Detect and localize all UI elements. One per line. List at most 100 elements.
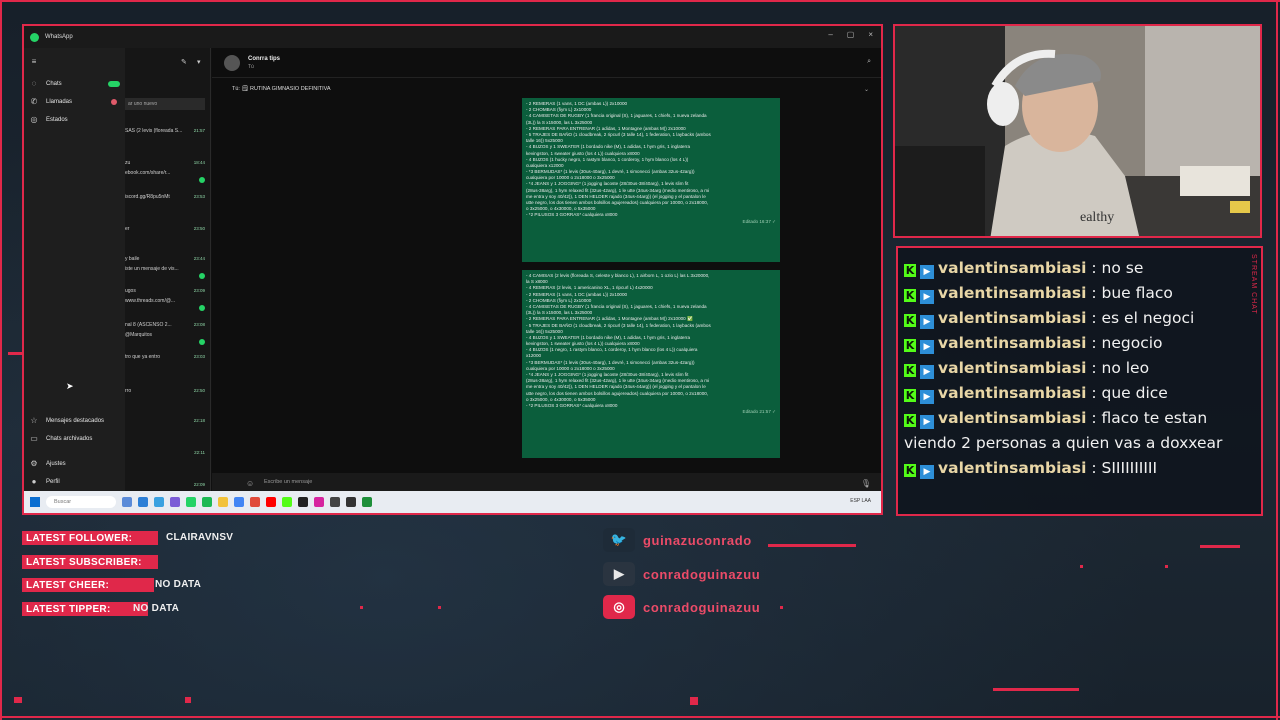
sidebar-item-calls[interactable]: ✆ Llamadas	[30, 98, 120, 106]
minimize-button[interactable]: –	[828, 30, 832, 39]
frame-bottom-line	[0, 716, 1280, 718]
star-icon: ☆	[30, 416, 38, 425]
new-chat-icon[interactable]: ✎	[181, 58, 187, 66]
taskbar-app-icon[interactable]	[170, 497, 180, 507]
whatsapp-taskbar-icon[interactable]	[186, 497, 196, 507]
taskbar-app-icon[interactable]	[330, 497, 340, 507]
taskbar-app-icon[interactable]	[362, 497, 372, 507]
latest-cheer-value: NO DATA	[155, 579, 202, 590]
chat-badge-icon: ▶	[920, 290, 934, 304]
latest-tipper-value: NO DATA	[133, 603, 180, 614]
chat-username[interactable]: valentinsambiasi	[938, 334, 1086, 352]
kick-icon[interactable]	[282, 497, 292, 507]
chat-snippet: er	[125, 226, 130, 232]
chat-username[interactable]: valentinsambiasi	[938, 359, 1086, 377]
youtube-taskbar-icon[interactable]	[266, 497, 276, 507]
chat-message: K ▶ valentinsambiasi : bue flaco	[904, 281, 1255, 306]
sidebar-item-settings[interactable]: ⚙ Ajustes	[30, 460, 120, 468]
frame-left-line	[0, 0, 2, 720]
taskbar-app-icon[interactable]	[154, 497, 164, 507]
list-item[interactable]: iste un mensaje de vis...	[125, 266, 209, 280]
emoji-icon[interactable]: ☺	[246, 479, 254, 488]
avatar[interactable]	[224, 55, 240, 71]
tiktok-icon[interactable]	[298, 497, 308, 507]
chat-messages: K ▶ valentinsambiasi : no se K ▶ valentinsamb…	[904, 256, 1255, 481]
chrome-icon[interactable]	[234, 497, 244, 507]
chat-snippet: zu	[125, 160, 131, 166]
sidebar-item-profile[interactable]: ● Perfil	[30, 478, 120, 486]
chat-time: 23:44	[193, 256, 205, 261]
chat-username[interactable]: valentinsambiasi	[938, 459, 1086, 477]
chat-text: : no se	[1086, 259, 1144, 277]
chat-username[interactable]: valentinsambiasi	[938, 409, 1086, 427]
sidebar-item-chats[interactable]: ◌ Chats	[30, 80, 120, 88]
svg-text:ealthy: ealthy	[1080, 210, 1114, 225]
message-input[interactable]: Escribe un mensaje	[212, 473, 881, 493]
chat-username[interactable]: valentinsambiasi	[938, 384, 1086, 402]
deco-dash	[768, 544, 856, 547]
taskbar-app-icon[interactable]	[250, 497, 260, 507]
unread-badge	[108, 81, 120, 87]
chat-username[interactable]: valentinsambiasi	[938, 309, 1086, 327]
obs-icon[interactable]	[346, 497, 356, 507]
filter-icon[interactable]: ▾	[197, 58, 201, 66]
search-icon[interactable]: ⌕	[867, 58, 871, 66]
list-item[interactable]: @Marquitos	[125, 332, 209, 346]
stat-label: LATEST CHEER:	[22, 578, 154, 592]
close-button[interactable]: ×	[868, 30, 873, 39]
list-item[interactable]: SAS (2 levis (floreada S... 21:57	[125, 128, 209, 142]
unread-dot	[199, 339, 205, 345]
chat-message: K ▶ valentinsambiasi : no se	[904, 256, 1255, 281]
deco-dot	[1080, 565, 1083, 568]
chat-username[interactable]: valentinsambiasi	[938, 284, 1086, 302]
message-bubble[interactable]: - 2 REMERAS (1 vans, 1 DC (ambas L)) 2x1…	[522, 98, 780, 262]
maximize-button[interactable]: ▢	[847, 30, 855, 39]
message-bubble[interactable]: - 4 CAMISAS (2 levis (floreada S, celest…	[522, 270, 780, 458]
stat-label: LATEST FOLLOWER:	[22, 531, 158, 545]
list-item[interactable]: 22:11	[125, 450, 209, 464]
edge-icon[interactable]	[138, 497, 148, 507]
contact-name[interactable]: Conrra tips	[248, 56, 280, 62]
whatsapp-logo-icon	[30, 32, 39, 42]
chevron-down-icon[interactable]: ⌄	[864, 86, 869, 93]
sidebar-item-starred[interactable]: ☆ Mensajes destacados	[30, 417, 120, 425]
list-item[interactable]: www.threads.com/@...	[125, 298, 209, 312]
list-item[interactable]: 22:18	[125, 418, 209, 432]
social-handle: conradoguinazuu	[643, 599, 761, 615]
latest-cheer-row: LATEST CHEER:	[22, 577, 154, 593]
frame-right-line	[1276, 0, 1278, 720]
list-item[interactable]: rro 22:50	[125, 388, 209, 402]
instagram-taskbar-icon[interactable]	[314, 497, 324, 507]
windows-start-icon[interactable]	[30, 497, 40, 507]
kick-badge-icon: K	[904, 264, 916, 277]
spotify-icon[interactable]	[202, 497, 212, 507]
list-item[interactable]: tro que ya entro 23:03	[125, 354, 209, 368]
conversation-pane: Conrra tips Tú ⌕ Tú: 🗒 RUTINA GIMNASIO D…	[212, 48, 881, 493]
sidebar-item-archived[interactable]: ▭ Chats archivados	[30, 435, 120, 443]
chat-text: : que dice	[1086, 384, 1168, 402]
sidebar-item-label: Estados	[46, 117, 68, 123]
contact-subtitle: Tú	[248, 64, 254, 70]
chat-username[interactable]: valentinsambiasi	[938, 259, 1086, 277]
pinned-message[interactable]: Tú: 🗒 RUTINA GIMNASIO DEFINITIVA	[232, 86, 331, 92]
chat-badge-icon: ▶	[920, 465, 934, 479]
folder-icon[interactable]	[218, 497, 228, 507]
taskbar-search-input[interactable]: Buscar	[46, 496, 116, 508]
hamburger-menu-button[interactable]: ≡	[30, 58, 120, 66]
chat-search-input[interactable]: ar uno nuevo	[125, 98, 205, 110]
list-item[interactable]: er 23:50	[125, 226, 209, 240]
list-item[interactable]: iscord.gg/R8pu5nMt 23:53	[125, 194, 209, 208]
taskbar-app-icon[interactable]	[122, 497, 132, 507]
deco-dot	[1165, 565, 1168, 568]
chat-time: 23:09	[193, 288, 205, 293]
sidebar-item-status[interactable]: ◎ Estados	[30, 116, 120, 124]
chat-snippet: iscord.gg/R8pu5nMt	[125, 194, 170, 200]
list-item[interactable]: ebook.com/share/r...	[125, 170, 209, 184]
chat-time: 23:03	[193, 354, 205, 359]
webcam-feed: ealthy	[893, 24, 1262, 238]
system-tray[interactable]: ESP LAA	[850, 498, 871, 504]
chat-badge-icon: ▶	[920, 415, 934, 429]
microphone-icon[interactable]: 🎙	[861, 479, 871, 488]
chat-badge-icon: ▶	[920, 340, 934, 354]
message-meta: Editado 16:37 ✓	[742, 218, 776, 224]
